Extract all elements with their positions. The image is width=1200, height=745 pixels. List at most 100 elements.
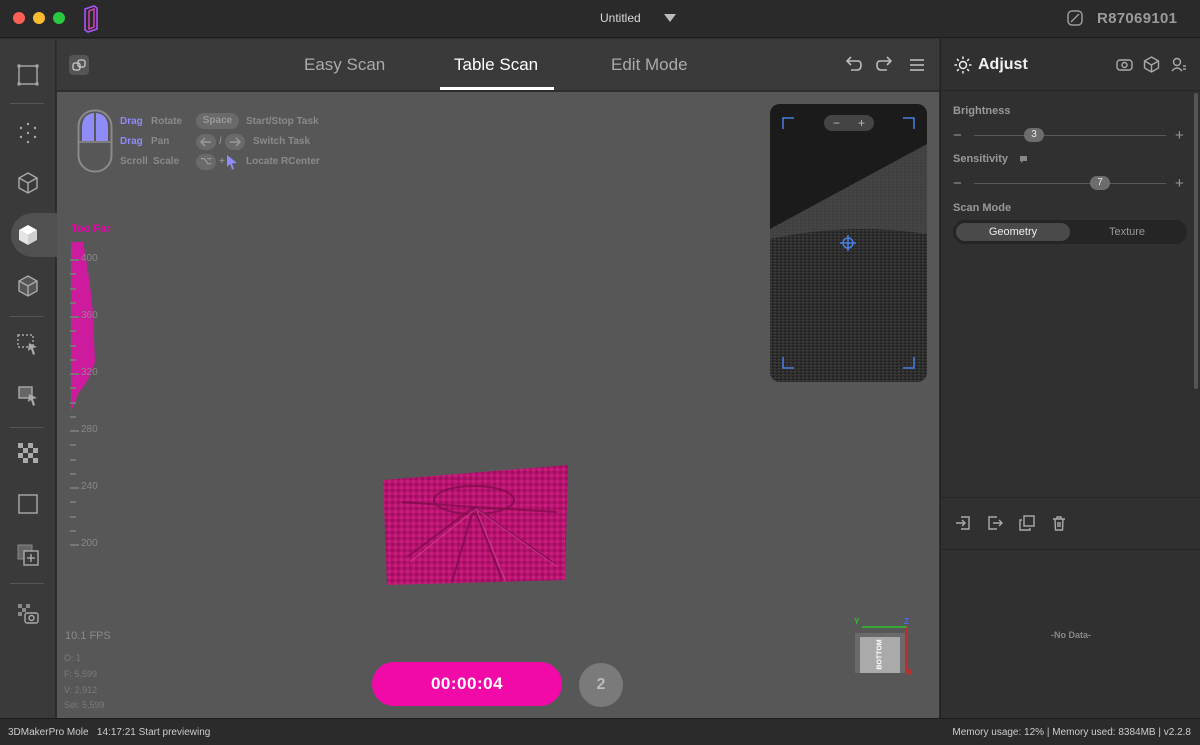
space-key-chip: Space (196, 113, 239, 129)
hint-locate-rcenter: Locate RCenter (246, 156, 320, 167)
sensitivity-decrease-button[interactable]: − (953, 176, 962, 191)
brightness-slider-track[interactable] (974, 135, 1166, 136)
close-window-button[interactable] (13, 12, 25, 24)
undo-icon[interactable] (843, 55, 863, 75)
axis-z-label: Z (904, 617, 909, 626)
tool-crop[interactable] (14, 490, 42, 518)
tab-table-scan[interactable]: Table Scan (454, 55, 538, 75)
add-layer-icon (17, 544, 39, 566)
minimize-window-button[interactable] (33, 12, 45, 24)
mouse-icon (77, 109, 113, 173)
tool-mesh[interactable] (14, 169, 42, 197)
app-logo-icon (84, 5, 98, 33)
sensitivity-increase-button[interactable]: + (1175, 176, 1184, 191)
tool-texture[interactable] (14, 272, 42, 300)
orientation-gizmo[interactable]: Y Z X BOTTOM (852, 615, 922, 685)
camera-preview[interactable]: − + (770, 104, 927, 382)
scan-count-button[interactable]: 2 (579, 663, 623, 707)
delete-icon[interactable] (1051, 515, 1067, 531)
checkerboard-icon (18, 443, 38, 463)
tab-easy-scan[interactable]: Easy Scan (304, 55, 385, 75)
export-icon[interactable] (987, 515, 1003, 531)
camera-settings-icon[interactable] (1116, 56, 1133, 73)
tool-point-cloud[interactable] (14, 119, 42, 147)
sensitivity-info-icon[interactable] (1019, 155, 1028, 164)
memory-status: Memory usage: 12% | Memory used: 8384MB … (952, 727, 1191, 738)
ruler-minor-tick (70, 472, 76, 475)
ruler-major-tick (70, 487, 79, 489)
ruler-minor-tick (70, 501, 76, 504)
ruler-minor-tick (70, 330, 76, 333)
tool-checker[interactable] (14, 439, 42, 467)
panel-scrollbar[interactable] (1194, 93, 1198, 389)
tool-add[interactable] (14, 541, 42, 569)
preview-zoom-control[interactable]: − + (824, 115, 874, 131)
device-id: R87069101 (1097, 10, 1178, 27)
brightness-decrease-button[interactable]: − (953, 128, 962, 143)
zoom-in-button[interactable]: + (858, 115, 865, 131)
menu-icon[interactable] (907, 55, 927, 75)
tool-solid[interactable] (14, 221, 42, 249)
ruler-minor-tick (70, 444, 76, 447)
scan-mode-texture[interactable]: Texture (1070, 223, 1184, 241)
document-title[interactable]: Untitled (600, 11, 641, 25)
zoom-out-button[interactable]: − (833, 115, 840, 131)
hint-start-stop: Start/Stop Task (246, 116, 319, 127)
left-toolbar (0, 39, 57, 718)
ruler-major-tick (70, 259, 79, 261)
title-bar: Untitled R87069101 (0, 0, 1200, 38)
brightness-increase-button[interactable]: + (1175, 128, 1184, 143)
stat-selected: Sel: 5,599 (64, 700, 105, 710)
ruler-minor-tick (70, 358, 76, 361)
3d-viewport[interactable]: Drag Rotate Drag Pan Scroll Scale Space … (57, 92, 939, 718)
scan-timer-button[interactable]: 00:00:04 (372, 662, 562, 706)
ruler-minor-tick (70, 415, 76, 418)
ruler-label: 240 (81, 481, 98, 492)
redo-icon[interactable] (875, 55, 895, 75)
hint-drag-key: Drag (120, 136, 143, 147)
ruler-minor-tick (70, 515, 76, 518)
tab-edit-mode[interactable]: Edit Mode (611, 55, 688, 75)
box-select-icon (17, 334, 37, 355)
device-link-icon[interactable] (1066, 9, 1084, 27)
arrow-left-chip (196, 134, 216, 150)
adjust-header: Adjust (941, 39, 1200, 91)
ruler-major-tick (70, 430, 79, 432)
title-dropdown-icon[interactable] (664, 14, 676, 22)
maximize-window-button[interactable] (53, 12, 65, 24)
ruler-major-tick (70, 316, 79, 318)
brightness-slider-knob[interactable]: 3 (1024, 128, 1044, 142)
tool-frame[interactable] (14, 61, 42, 89)
scan-mode-toggle: Geometry Texture (953, 220, 1187, 244)
adjust-title: Adjust (978, 56, 1028, 73)
ruler-minor-tick (70, 344, 76, 347)
tool-box-select[interactable] (14, 331, 42, 359)
tool-lasso-select[interactable] (14, 382, 42, 410)
axis-y-label: Y (854, 617, 860, 626)
panel-divider (941, 549, 1200, 550)
hint-scale: Scale (153, 156, 180, 167)
mode-bar: Easy Scan Table Scan Edit Mode (57, 39, 939, 91)
frame-icon (17, 64, 39, 86)
import-icon[interactable] (955, 515, 971, 531)
tool-snapshot[interactable] (14, 600, 42, 628)
user-settings-icon[interactable] (1170, 56, 1187, 73)
cube-settings-icon[interactable] (1143, 56, 1160, 73)
scan-mode-geometry[interactable]: Geometry (956, 223, 1070, 241)
hint-switch-task: Switch Task (253, 136, 311, 147)
ruler-minor-tick (70, 273, 76, 276)
tool-divider (10, 103, 44, 104)
link-button[interactable] (69, 55, 89, 75)
ruler-major-tick (70, 544, 79, 546)
ruler-label: 360 (81, 310, 98, 321)
status-message: 3DMakerPro Mole 14:17:21 Start previewin… (8, 727, 211, 738)
link-icon (72, 59, 86, 71)
tool-divider (10, 427, 44, 428)
ruler-minor-tick (70, 301, 76, 304)
sensitivity-slider-knob[interactable]: 7 (1090, 176, 1110, 190)
sensitivity-slider-track[interactable] (974, 183, 1166, 184)
scan-mode-label: Scan Mode (953, 202, 1012, 214)
hint-rotate: Rotate (151, 116, 183, 127)
duplicate-icon[interactable] (1019, 515, 1035, 531)
crop-square-icon (18, 494, 38, 514)
